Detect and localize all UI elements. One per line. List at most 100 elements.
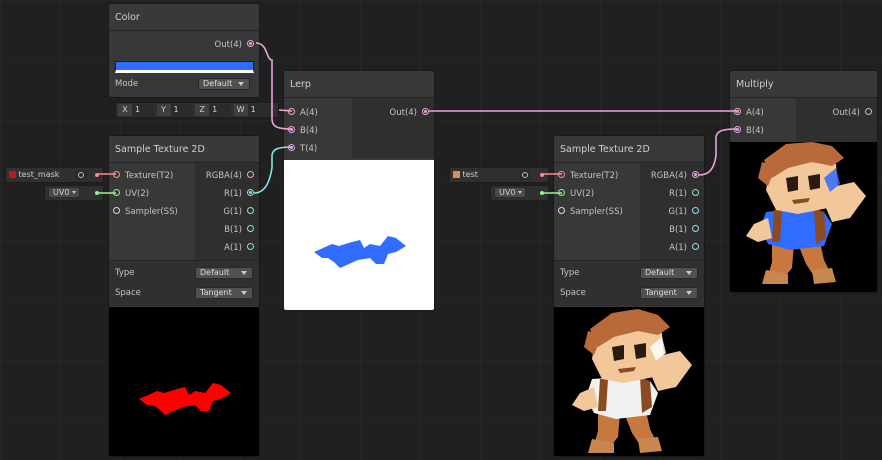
vec-z-label: Z bbox=[195, 103, 210, 116]
connector-dot-icon bbox=[95, 191, 99, 195]
lerp-a-vector-field[interactable]: X1 Y1 Z1 W1 bbox=[115, 102, 279, 118]
st2-output-b[interactable]: B(1) bbox=[669, 221, 699, 239]
st1-output-a[interactable]: A(1) bbox=[224, 239, 254, 257]
st2-properties: Type Default Space Tangent bbox=[554, 260, 704, 306]
uv-dropdown-value-2: UV0 bbox=[499, 188, 516, 197]
multiply-input-b-label: B(4) bbox=[746, 126, 764, 136]
sample-texture-title-1[interactable]: Sample Texture 2D bbox=[109, 136, 259, 163]
lerp-input-t[interactable]: T(4) bbox=[288, 140, 317, 158]
character-blue-shirt-image bbox=[746, 142, 866, 284]
vec-x-value[interactable]: 1 bbox=[132, 103, 154, 116]
port-dot-icon[interactable] bbox=[288, 126, 295, 133]
st2-output-a[interactable]: A(1) bbox=[669, 239, 699, 257]
st1-output-g[interactable]: G(1) bbox=[223, 203, 254, 221]
st1-space-dropdown[interactable]: Tangent bbox=[195, 287, 253, 299]
st1-output-rgba[interactable]: RGBA(4) bbox=[206, 167, 254, 185]
port-dot-icon[interactable] bbox=[288, 144, 295, 151]
port-dot-icon[interactable] bbox=[558, 171, 565, 178]
color-out-port[interactable]: Out(4) bbox=[215, 36, 254, 54]
multiply-node-title[interactable]: Multiply bbox=[730, 71, 877, 98]
st1-input-texture[interactable]: Texture(T2) bbox=[113, 167, 173, 185]
object-picker-icon[interactable] bbox=[75, 170, 87, 180]
st1-output-r[interactable]: R(1) bbox=[224, 185, 254, 203]
port-dot-icon[interactable] bbox=[113, 207, 120, 214]
lerp-input-a[interactable]: A(4) bbox=[288, 104, 318, 122]
port-dot-icon[interactable] bbox=[247, 207, 254, 214]
st1-output-g-label: G(1) bbox=[223, 207, 242, 217]
port-dot-icon[interactable] bbox=[692, 171, 699, 178]
st2-space-dropdown[interactable]: Tangent bbox=[640, 287, 698, 299]
mask-preview-shape bbox=[139, 383, 231, 415]
lerp-output[interactable]: Out(4) bbox=[390, 104, 429, 122]
port-dot-icon[interactable] bbox=[113, 171, 120, 178]
port-dot-icon[interactable] bbox=[734, 108, 741, 115]
color-node[interactable]: Color Out(4) Mode Default bbox=[108, 3, 260, 98]
color-mode-dropdown[interactable]: Default bbox=[198, 78, 250, 90]
lerp-preview-shape bbox=[314, 236, 406, 268]
chevron-down-icon bbox=[518, 191, 523, 194]
st2-output-g-label: G(1) bbox=[668, 207, 687, 217]
port-dot-icon[interactable] bbox=[692, 207, 699, 214]
port-dot-icon[interactable] bbox=[558, 189, 565, 196]
multiply-output[interactable]: Out(4) bbox=[833, 104, 872, 122]
texture-input-field-2[interactable]: test bbox=[449, 167, 549, 183]
multiply-node[interactable]: Multiply A(4) B(4) Out(4) bbox=[729, 70, 878, 293]
texture-input-field-1[interactable]: test_mask bbox=[5, 167, 104, 183]
color-node-title[interactable]: Color bbox=[109, 4, 259, 31]
port-dot-icon[interactable] bbox=[865, 108, 872, 115]
multiply-input-b[interactable]: B(4) bbox=[734, 122, 764, 140]
vec-y-value[interactable]: 1 bbox=[170, 103, 193, 116]
vec-w-value[interactable]: 1 bbox=[247, 103, 270, 116]
port-dot-icon[interactable] bbox=[113, 189, 120, 196]
vec-z-value[interactable]: 1 bbox=[209, 103, 232, 116]
st1-input-texture-label: Texture(T2) bbox=[125, 171, 174, 181]
st1-input-sampler[interactable]: Sampler(SS) bbox=[113, 203, 178, 221]
sample-texture-node-1[interactable]: Sample Texture 2D Texture(T2) UV(2) Samp… bbox=[108, 135, 260, 457]
port-dot-icon[interactable] bbox=[247, 171, 254, 178]
uv-input-field-1[interactable]: UV0 bbox=[44, 185, 104, 201]
st2-input-sampler[interactable]: Sampler(SS) bbox=[558, 203, 623, 221]
connector-dot-icon bbox=[540, 173, 544, 177]
uv-input-field-2[interactable]: UV0 bbox=[490, 185, 549, 201]
lerp-input-b-label: B(4) bbox=[300, 126, 318, 136]
lerp-input-b[interactable]: B(4) bbox=[288, 122, 318, 140]
multiply-output-label: Out(4) bbox=[832, 108, 860, 118]
port-dot-icon[interactable] bbox=[247, 243, 254, 250]
st2-output-g[interactable]: G(1) bbox=[668, 203, 699, 221]
lerp-output-label: Out(4) bbox=[389, 108, 417, 118]
color-out-label: Out(4) bbox=[214, 40, 242, 50]
lerp-node[interactable]: Lerp A(4) B(4) T(4) Out(4) bbox=[283, 70, 435, 311]
st2-input-uv[interactable]: UV(2) bbox=[558, 185, 594, 203]
uv-dropdown-1[interactable]: UV0 bbox=[48, 187, 81, 198]
st2-preview bbox=[554, 307, 704, 456]
port-dot-icon[interactable] bbox=[247, 189, 254, 196]
port-dot-icon[interactable] bbox=[558, 207, 565, 214]
lerp-node-title[interactable]: Lerp bbox=[284, 71, 434, 98]
chevron-down-icon bbox=[72, 191, 77, 194]
port-dot-icon[interactable] bbox=[247, 225, 254, 232]
st2-space-row: Space Tangent bbox=[560, 285, 698, 301]
port-dot-icon[interactable] bbox=[692, 189, 699, 196]
multiply-input-a[interactable]: A(4) bbox=[734, 104, 764, 122]
port-dot-icon[interactable] bbox=[288, 108, 295, 115]
lerp-preview bbox=[284, 160, 434, 310]
st2-type-dropdown[interactable]: Default bbox=[640, 267, 698, 279]
color-swatch[interactable] bbox=[115, 61, 254, 73]
port-dot-icon[interactable] bbox=[734, 126, 741, 133]
port-dot-icon[interactable] bbox=[422, 108, 429, 115]
uv-dropdown-2[interactable]: UV0 bbox=[494, 187, 527, 198]
vec-y-label: Y bbox=[156, 103, 171, 116]
st1-type-dropdown[interactable]: Default bbox=[195, 267, 253, 279]
st1-output-b[interactable]: B(1) bbox=[224, 221, 254, 239]
sample-texture-title-2[interactable]: Sample Texture 2D bbox=[554, 136, 704, 163]
st2-output-rgba[interactable]: RGBA(4) bbox=[651, 167, 699, 185]
sample-texture-node-2[interactable]: Sample Texture 2D Texture(T2) UV(2) Samp… bbox=[553, 135, 705, 457]
st2-input-texture[interactable]: Texture(T2) bbox=[558, 167, 618, 185]
port-dot-icon[interactable] bbox=[692, 225, 699, 232]
port-dot-icon[interactable] bbox=[692, 243, 699, 250]
st1-input-uv[interactable]: UV(2) bbox=[113, 185, 149, 203]
st2-output-r[interactable]: R(1) bbox=[669, 185, 699, 203]
object-picker-icon[interactable] bbox=[519, 170, 531, 180]
port-dot-icon[interactable] bbox=[247, 40, 254, 47]
st1-space-label: Space bbox=[115, 288, 141, 298]
